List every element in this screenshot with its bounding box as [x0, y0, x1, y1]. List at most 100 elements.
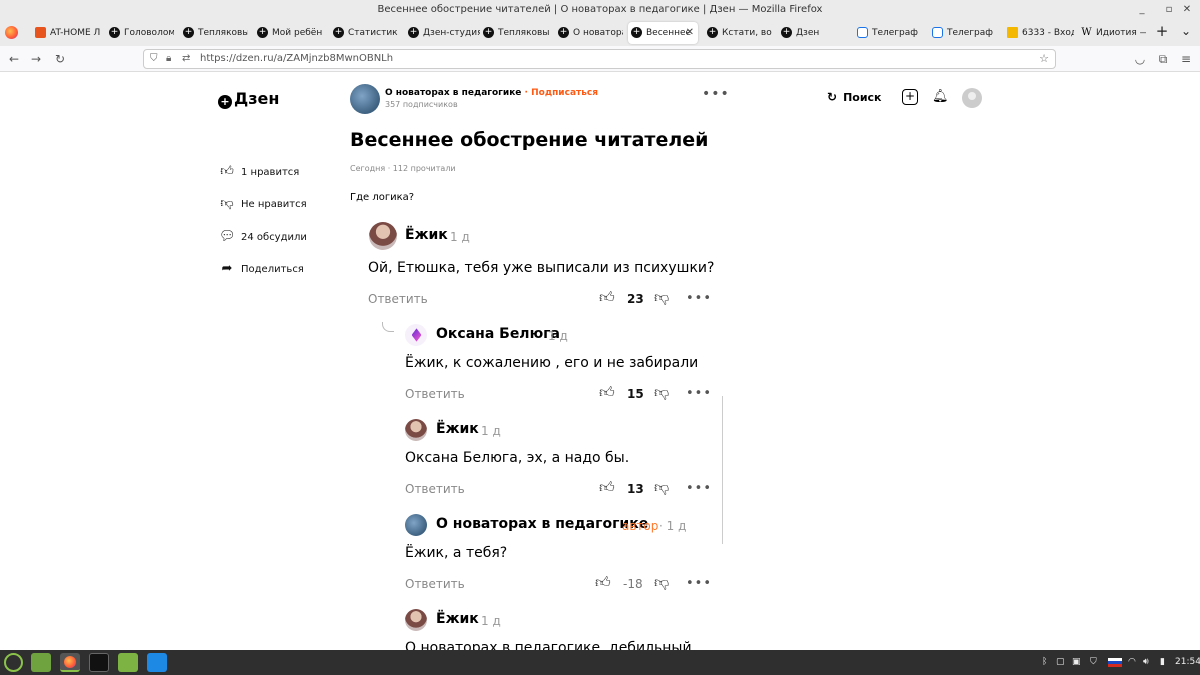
tab-at-home[interactable]: AT-HOME Ли — [32, 22, 100, 44]
tab-kstati[interactable]: + Кстати, вот — [704, 22, 772, 44]
permissions-icon[interactable]: ⇄ — [182, 50, 190, 68]
subscribe-button[interactable]: · Подписаться — [525, 88, 599, 98]
subscriber-count: 357 подписчиков — [385, 100, 458, 109]
comment-more-icon[interactable]: ••• — [686, 386, 712, 401]
extensions-icon[interactable]: ⧉ — [1153, 49, 1173, 69]
search-button[interactable]: ↻ Поиск — [827, 90, 882, 104]
share-button[interactable]: ➦ Поделиться — [219, 261, 304, 277]
like-count: -18 — [623, 577, 643, 591]
comment-avatar[interactable] — [405, 419, 427, 441]
lock-icon[interactable]: 🔒︎ — [166, 50, 171, 68]
minimize-icon[interactable]: _ — [1131, 0, 1153, 20]
back-icon[interactable]: ← — [4, 49, 24, 69]
comment-avatar[interactable] — [405, 324, 427, 346]
bell-icon[interactable]: 🔔︎ — [932, 89, 949, 105]
comments-button[interactable]: 💬︎ 24 обсудили — [219, 229, 307, 245]
comment-time: 1 д — [481, 424, 501, 438]
reply-button[interactable]: Ответить — [405, 577, 465, 591]
tab-teplyakovy-1[interactable]: + Тепляковы — [180, 22, 248, 44]
tab-dzen[interactable]: + Дзен — [778, 22, 846, 44]
show-desktop-icon[interactable] — [31, 653, 51, 672]
avatar[interactable] — [962, 88, 982, 108]
url-text: https://dzen.ru/a/ZAMjnzb8MwnOBNLh — [200, 53, 394, 64]
thumbs-down-icon: 👎︎ — [220, 196, 234, 211]
like-button[interactable]: 👍︎ 1 нравится — [219, 164, 299, 180]
terminal-icon[interactable] — [89, 653, 109, 672]
comment-author[interactable]: Ёжик — [436, 421, 479, 437]
tab-statistika[interactable]: + Статистика — [330, 22, 398, 44]
thumbs-up-icon[interactable]: 👍︎ — [599, 478, 615, 497]
close-window-icon[interactable]: ✕ — [1176, 0, 1198, 20]
like-count: 23 — [627, 292, 644, 306]
channel-name[interactable]: О новаторах в педагогике — [385, 88, 521, 98]
dzen-logo[interactable]: + Дзен — [218, 89, 279, 109]
comment-avatar[interactable] — [369, 222, 397, 250]
reply-button[interactable]: Ответить — [405, 482, 465, 496]
thumbs-down-icon[interactable]: 👎︎ — [654, 478, 669, 497]
clock[interactable]: 21:54 — [1175, 650, 1200, 675]
comment-avatar[interactable] — [405, 609, 427, 631]
tab-teplyakovy-2[interactable]: + Тепляковы — [480, 22, 550, 44]
reply-button[interactable]: Ответить — [405, 387, 465, 401]
shield-icon[interactable]: ⛉ — [150, 50, 158, 68]
network-icon[interactable]: ▣ — [1072, 650, 1081, 675]
battery-icon[interactable]: ▮ — [1160, 650, 1165, 675]
more-options-icon[interactable]: ••• — [702, 86, 730, 102]
comment-author[interactable]: Оксана Белюга — [436, 326, 560, 342]
channel-avatar[interactable] — [350, 84, 380, 114]
reload-icon[interactable]: ↻ — [50, 49, 70, 69]
comment-author[interactable]: О новаторах в педагогике — [436, 516, 648, 532]
files-icon[interactable] — [118, 653, 138, 672]
dzen-icon: + — [408, 27, 419, 38]
thumbs-down-icon[interactable]: 👎︎ — [654, 383, 669, 402]
tab-vesennee[interactable]: + Весеннее ✕ — [628, 22, 698, 44]
comment-icon: 💬︎ — [219, 229, 236, 244]
tab-telegraph-2[interactable]: Телеграф — [929, 22, 1001, 44]
tab-moy-rebenok[interactable]: + Мой ребёно — [254, 22, 322, 44]
tab-telegraph-1[interactable]: Телеграф — [854, 22, 926, 44]
keyboard-layout-flag-icon[interactable] — [1108, 658, 1122, 667]
comment-time: 1 д — [548, 329, 568, 343]
url-bar[interactable]: ⛉ 🔒︎ ⇄ https://dzen.ru/a/ZAMjnzb8MwnOBNL… — [143, 49, 1056, 69]
comment-more-icon[interactable]: ••• — [686, 576, 712, 591]
clipboard-icon[interactable]: ▢ — [1056, 650, 1065, 675]
text-editor-icon[interactable] — [147, 653, 167, 672]
tab-dzen-studio[interactable]: + Дзен-студия — [405, 22, 480, 44]
thumbs-down-icon[interactable]: 👎︎ — [654, 288, 669, 307]
firefox-taskbar-icon[interactable] — [60, 653, 80, 672]
comment-author[interactable]: Ёжик — [436, 611, 479, 627]
firefox-icon[interactable] — [5, 26, 18, 39]
tab-mail[interactable]: 6333 - Входя — [1004, 22, 1074, 44]
thumbs-up-icon[interactable]: 👍︎ — [599, 383, 615, 402]
new-tab-icon[interactable]: + — [1152, 21, 1172, 41]
volume-icon[interactable]: 🔊︎ — [1143, 650, 1149, 675]
comment-author[interactable]: Ёжик — [405, 227, 448, 243]
tab-golovolom[interactable]: + Головолом — [106, 22, 174, 44]
thumbs-up-icon[interactable]: 👍︎ — [599, 288, 615, 307]
menu-icon[interactable]: ≡ — [1176, 49, 1196, 69]
bookmark-star-icon[interactable]: ☆ — [1039, 50, 1049, 68]
forward-icon[interactable]: → — [26, 49, 46, 69]
at-home-icon — [35, 27, 46, 38]
tab-close-icon[interactable]: ✕ — [686, 22, 694, 44]
reply-button[interactable]: Ответить — [368, 292, 428, 306]
update-shield-icon[interactable]: ⛉ — [1090, 650, 1097, 675]
thread-line — [382, 322, 394, 332]
tab-wikipedia[interactable]: W Идиотия — — [1078, 22, 1146, 44]
pocket-icon[interactable]: ◡ — [1130, 49, 1150, 69]
comment-text: О новаторах в педагогике, дебильный — [405, 640, 692, 650]
mint-menu-icon[interactable] — [4, 653, 23, 672]
comment-avatar[interactable] — [405, 514, 427, 536]
bluetooth-icon[interactable]: ᛒ — [1042, 650, 1047, 675]
thumbs-down-icon[interactable]: 👎︎ — [654, 573, 669, 592]
comment-more-icon[interactable]: ••• — [686, 291, 712, 306]
dislike-button[interactable]: 👎︎ Не нравится — [219, 196, 306, 212]
create-icon[interactable]: + — [902, 89, 918, 105]
comment-more-icon[interactable]: ••• — [686, 481, 712, 496]
tab-list-chevron-icon[interactable]: ⌄ — [1176, 21, 1196, 41]
tab-o-novatorakh[interactable]: + О новаторах — [555, 22, 623, 44]
wifi-icon[interactable]: ◠ — [1128, 650, 1136, 675]
dzen-icon: + — [707, 27, 718, 38]
dzen-icon: + — [781, 27, 792, 38]
thumbs-up-icon[interactable]: 👍︎ — [595, 573, 611, 592]
